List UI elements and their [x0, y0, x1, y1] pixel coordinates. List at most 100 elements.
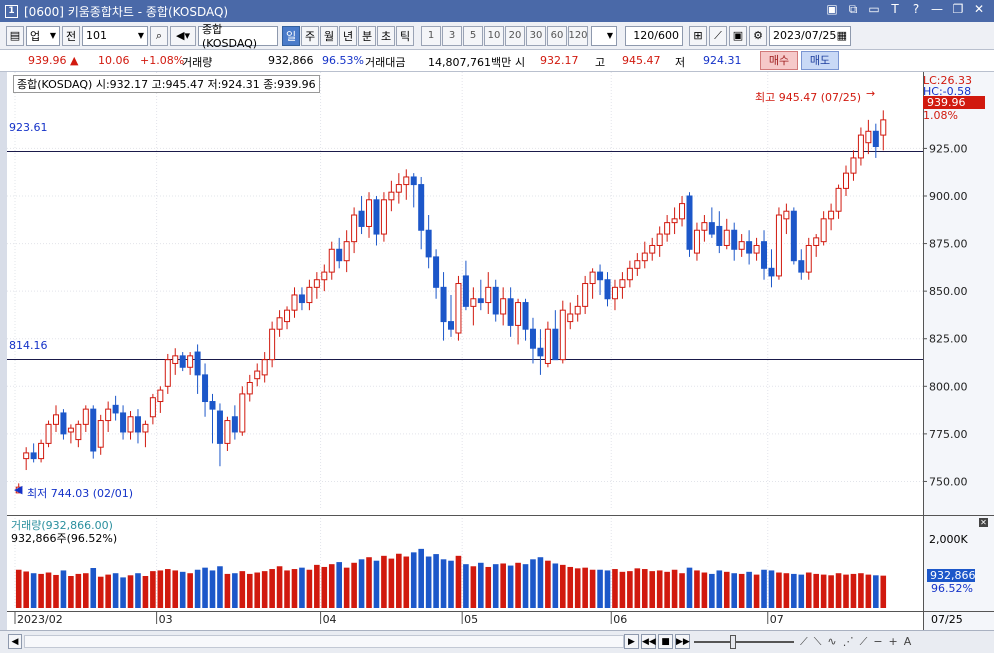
- volume-bar: [15, 569, 22, 608]
- search-icon[interactable]: ⌕: [150, 25, 168, 46]
- symbol-name-value: 종합(KOSDAQ): [202, 23, 258, 50]
- save-icon[interactable]: ▣: [729, 25, 747, 46]
- interval-button-6[interactable]: 60: [547, 25, 567, 46]
- date-field[interactable]: 2023/07/25 ▦: [769, 25, 851, 46]
- zoom-slider[interactable]: [694, 641, 794, 643]
- volume-bar: [321, 566, 328, 608]
- quote-bar: 939.96 ▲ 10.06 +1.08% 거래량 932,866 96.53%…: [0, 50, 994, 72]
- auto-scale-icon[interactable]: A: [904, 635, 912, 649]
- market-select[interactable]: 업 ▼: [26, 25, 60, 46]
- volume-bar: [224, 573, 231, 608]
- interval-button-2[interactable]: 5: [463, 25, 483, 46]
- interval-button-7[interactable]: 120: [568, 25, 588, 46]
- period-tab-1[interactable]: 주: [301, 25, 319, 46]
- interval-dropdown[interactable]: ▼: [591, 25, 617, 46]
- draw-trend-icon[interactable]: ⟋: [860, 635, 868, 649]
- draw-line-icon[interactable]: ⟋: [800, 635, 808, 649]
- candle-body: [522, 302, 529, 330]
- stop-icon[interactable]: ■: [658, 634, 673, 649]
- volume-bar: [366, 557, 372, 608]
- zoom-in-icon[interactable]: +: [889, 635, 898, 649]
- price-info-box: 종합(KOSDAQ) 시:932.17 고:945.47 저:924.31 종:…: [13, 75, 320, 93]
- candle-body: [313, 279, 320, 288]
- volume-bar: [418, 548, 424, 608]
- low-value: 924.31: [703, 54, 742, 67]
- chart-area[interactable]: 925.00 900.00 875.00 850.00 825.00 800.00 775.…: [7, 72, 994, 630]
- zoom-out-icon[interactable]: −: [873, 635, 882, 649]
- period-tab-3[interactable]: 년: [339, 25, 357, 46]
- zoom-slider-handle[interactable]: [730, 635, 736, 649]
- candle-body: [567, 313, 574, 323]
- high-label: 고: [595, 56, 606, 69]
- draw-wave-icon[interactable]: ∿: [827, 635, 836, 649]
- code-input[interactable]: 101 ▼: [82, 25, 148, 46]
- scroll-right-icon[interactable]: ▶: [624, 634, 639, 649]
- volume-bar: [358, 559, 365, 608]
- window-icon[interactable]: ▭: [867, 2, 881, 17]
- volume-bar: [142, 576, 149, 608]
- font-icon[interactable]: T: [888, 2, 902, 17]
- volume-bar: [157, 570, 164, 608]
- candle-body: [172, 355, 179, 364]
- interval-button-5[interactable]: 30: [526, 25, 546, 46]
- month-tick-label: 04: [323, 613, 337, 626]
- sell-button[interactable]: 매도: [801, 51, 839, 70]
- go-last-icon[interactable]: ▶▶: [675, 634, 690, 649]
- volume-bar: [552, 563, 559, 608]
- volume-bar: [276, 566, 283, 608]
- volume-pct: 96.53%: [322, 54, 364, 67]
- draw-angle-icon[interactable]: ⋰: [843, 635, 854, 649]
- candlestick-chart[interactable]: 925.00 900.00 875.00 850.00 825.00 800.00 775.…: [7, 72, 994, 630]
- volume-bar: [582, 567, 588, 608]
- candle-body: [254, 370, 261, 380]
- interval-button-0[interactable]: 1: [421, 25, 441, 46]
- draw-line-icon[interactable]: ⟋: [709, 25, 727, 46]
- count-field[interactable]: 120/600: [625, 25, 683, 46]
- buy-button[interactable]: 매수: [760, 51, 798, 70]
- volume-bar: [530, 559, 536, 608]
- volume-bar: [664, 571, 670, 608]
- copy-icon[interactable]: ⧉: [846, 2, 860, 17]
- period-tab-4[interactable]: 분: [358, 25, 376, 46]
- candle-body: [582, 283, 589, 307]
- candle-body: [239, 393, 246, 433]
- period-tab-2[interactable]: 월: [320, 25, 338, 46]
- minimize-icon[interactable]: —: [930, 2, 944, 17]
- draw-ray-icon[interactable]: ⟍: [814, 635, 822, 649]
- volume-value: 932,866: [268, 54, 314, 67]
- restore-icon[interactable]: ❐: [951, 2, 965, 17]
- volume-bar: [172, 570, 179, 608]
- open-label: 시: [515, 56, 526, 69]
- volume-bar: [455, 555, 462, 608]
- panel-toggle-icon[interactable]: ▤: [6, 25, 24, 46]
- chart-navigation-bar: ◀ ▶ ◀◀ ■ ▶▶ ⟋ ⟍ ∿ ⋰ ⟋ − + A: [0, 630, 994, 653]
- help-icon[interactable]: ?: [909, 2, 923, 17]
- interval-button-3[interactable]: 10: [484, 25, 504, 46]
- candle-body: [202, 374, 209, 403]
- market2-button[interactable]: 전: [62, 25, 80, 46]
- candle-body: [664, 222, 671, 235]
- close-icon[interactable]: ✕: [972, 2, 986, 17]
- candle-body: [783, 210, 790, 220]
- horizontal-scrollbar[interactable]: [24, 635, 624, 648]
- candle-body: [194, 351, 201, 376]
- volume-bar: [373, 560, 380, 608]
- candle-body: [418, 184, 425, 231]
- gear-icon[interactable]: ⚙: [749, 25, 767, 46]
- calendar-icon[interactable]: ▦: [837, 29, 847, 42]
- period-tab-0[interactable]: 일: [282, 25, 300, 46]
- indicator-icon[interactable]: ⊞: [689, 25, 707, 46]
- close-panel-icon[interactable]: ✕: [979, 518, 988, 527]
- interval-button-4[interactable]: 20: [505, 25, 525, 46]
- scroll-left-icon[interactable]: ◀: [8, 634, 22, 649]
- period-tab-5[interactable]: 초: [377, 25, 395, 46]
- layout-icon[interactable]: ▣: [825, 2, 839, 17]
- speaker-icon[interactable]: ◀▾: [170, 25, 196, 46]
- interval-button-1[interactable]: 3: [442, 25, 462, 46]
- go-first-icon[interactable]: ◀◀: [641, 634, 656, 649]
- candle-body: [179, 355, 186, 368]
- candle-body: [619, 279, 626, 288]
- period-tab-6[interactable]: 틱: [396, 25, 414, 46]
- open-value: 932.17: [540, 54, 579, 67]
- candle-body: [410, 176, 417, 186]
